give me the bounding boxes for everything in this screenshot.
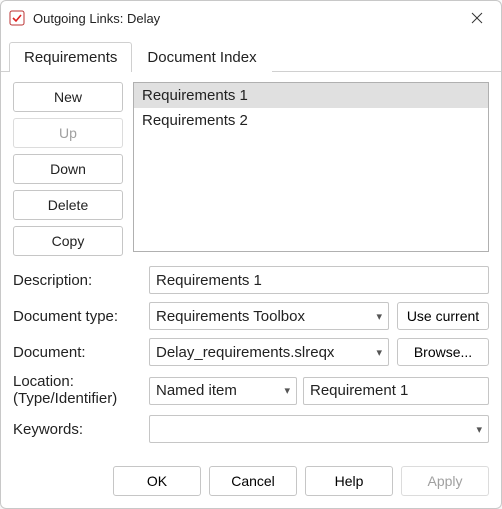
chevron-down-icon: ▾: [476, 423, 482, 436]
location-label-line2: (Type/Identifier): [13, 390, 117, 407]
tab-document-index[interactable]: Document Index: [132, 42, 271, 72]
document-select[interactable]: Delay_requirements.slreqx ▾: [149, 338, 389, 366]
form-grid: Description: Requirements 1 Document typ…: [13, 266, 489, 443]
keywords-select[interactable]: ▾: [149, 415, 489, 443]
close-button[interactable]: [457, 1, 497, 35]
description-value: Requirements 1: [156, 272, 262, 289]
location-row: Named item ▾ Requirement 1: [149, 377, 489, 405]
description-input[interactable]: Requirements 1: [149, 266, 489, 294]
new-button[interactable]: New: [13, 82, 123, 112]
keywords-label: Keywords:: [13, 421, 141, 438]
delete-button[interactable]: Delete: [13, 190, 123, 220]
doctype-select[interactable]: Requirements Toolbox ▾: [149, 302, 389, 330]
document-value: Delay_requirements.slreqx: [156, 344, 334, 361]
location-type-select[interactable]: Named item ▾: [149, 377, 297, 405]
window-title: Outgoing Links: Delay: [33, 11, 457, 26]
location-type-value: Named item: [156, 382, 237, 399]
apply-button[interactable]: Apply: [401, 466, 489, 496]
list-item[interactable]: Requirements 1: [134, 83, 488, 108]
help-button[interactable]: Help: [305, 466, 393, 496]
copy-button[interactable]: Copy: [13, 226, 123, 256]
description-label: Description:: [13, 272, 141, 289]
up-button[interactable]: Up: [13, 118, 123, 148]
list-item[interactable]: Requirements 2: [134, 108, 488, 133]
document-label: Document:: [13, 344, 141, 361]
dialog-footer: OK Cancel Help Apply: [1, 456, 501, 508]
titlebar: Outgoing Links: Delay: [1, 1, 501, 35]
tab-requirements[interactable]: Requirements: [9, 42, 132, 72]
location-label: Location: (Type/Identifier): [13, 374, 141, 407]
location-id-input[interactable]: Requirement 1: [303, 377, 489, 405]
doctype-label: Document type:: [13, 308, 141, 325]
use-current-button[interactable]: Use current: [397, 302, 489, 330]
chevron-down-icon: ▾: [284, 384, 290, 397]
location-label-line1: Location:: [13, 373, 74, 390]
location-id-value: Requirement 1: [310, 382, 408, 399]
sidebar-buttons: New Up Down Delete Copy: [13, 82, 123, 256]
chevron-down-icon: ▾: [376, 310, 382, 323]
doctype-value: Requirements Toolbox: [156, 308, 305, 325]
close-icon: [471, 12, 483, 24]
tab-bar: Requirements Document Index: [1, 35, 501, 72]
ok-button[interactable]: OK: [113, 466, 201, 496]
app-icon: [9, 10, 25, 26]
upper-area: New Up Down Delete Copy Requirements 1 R…: [13, 82, 489, 256]
requirements-listbox[interactable]: Requirements 1 Requirements 2: [133, 82, 489, 252]
down-button[interactable]: Down: [13, 154, 123, 184]
browse-button[interactable]: Browse...: [397, 338, 489, 366]
chevron-down-icon: ▾: [376, 346, 382, 359]
cancel-button[interactable]: Cancel: [209, 466, 297, 496]
panel-requirements: New Up Down Delete Copy Requirements 1 R…: [1, 72, 501, 456]
